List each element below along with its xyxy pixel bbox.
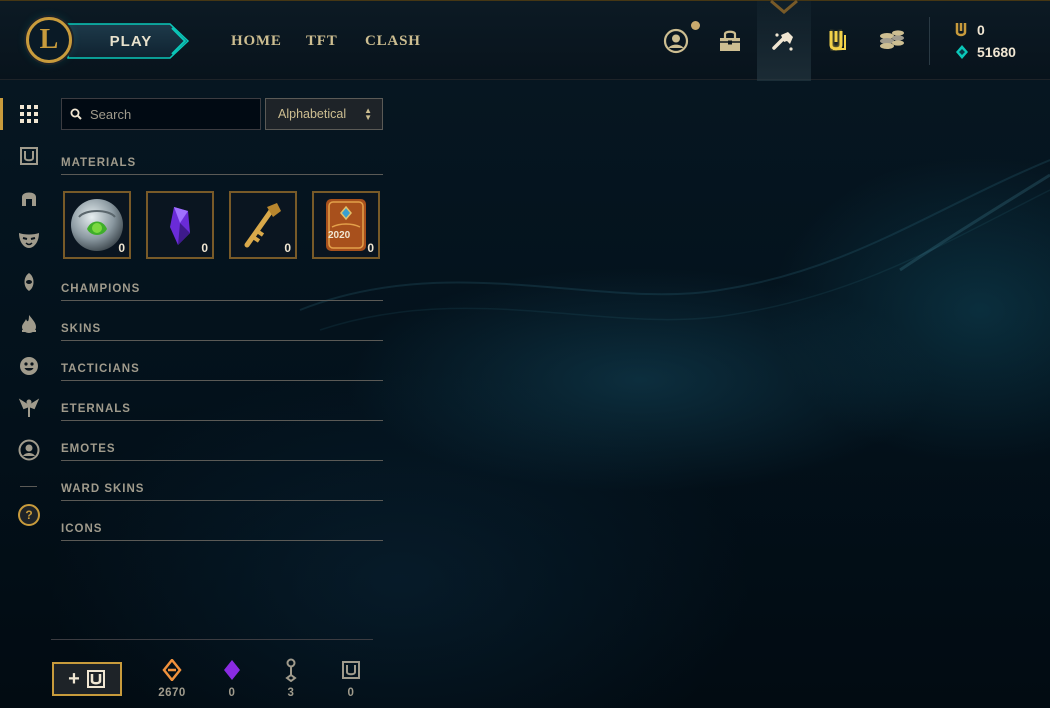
avatar-icon[interactable] xyxy=(16,437,42,463)
key-fragment-icon xyxy=(285,658,297,682)
section-label: EMOTES xyxy=(61,443,116,455)
store-icon[interactable] xyxy=(822,25,854,57)
emote-icon[interactable] xyxy=(16,353,42,379)
resource-value: 2670 xyxy=(158,687,186,699)
active-chevron-icon xyxy=(770,0,798,14)
search-box[interactable] xyxy=(61,98,261,130)
item-count: 0 xyxy=(118,241,125,255)
search-icon xyxy=(70,108,82,120)
help-glyph: ? xyxy=(18,504,40,526)
profile-icon[interactable] xyxy=(660,25,692,57)
mythic-essence-icon xyxy=(224,660,240,680)
rp-balance[interactable]: 0 xyxy=(955,22,985,38)
chest-icon xyxy=(86,670,105,688)
resource-chest: 0 xyxy=(331,657,371,699)
section-label: TACTICIANS xyxy=(61,363,140,375)
nav-clash[interactable]: CLASH xyxy=(365,33,421,50)
play-label: PLAY xyxy=(109,32,153,50)
nav-home[interactable]: HOME xyxy=(231,33,282,50)
top-bar: PLAY L HOME TFT CLASH 0 51680 xyxy=(0,0,1050,81)
section-label: ICONS xyxy=(61,523,103,535)
item-count: 0 xyxy=(367,241,374,255)
nav-tft[interactable]: TFT xyxy=(306,33,338,50)
section-skins[interactable]: SKINS xyxy=(61,320,383,341)
loot-tile-capsule[interactable]: 2020 0 xyxy=(312,191,380,259)
blue-essence-icon xyxy=(956,45,968,59)
grid-icon[interactable] xyxy=(16,101,42,127)
chevron-updown-icon: ▲ ▼ xyxy=(364,106,372,122)
craft-plus: + xyxy=(68,667,80,690)
section-icons[interactable]: ICONS xyxy=(61,520,383,541)
flame-icon[interactable] xyxy=(16,311,42,337)
item-count: 0 xyxy=(284,241,291,255)
blue-essence-amount: 51680 xyxy=(977,44,1016,60)
league-logo[interactable]: L xyxy=(26,17,72,63)
ward-icon[interactable] xyxy=(16,269,42,295)
rp-amount: 0 xyxy=(977,22,985,38)
eternals-icon[interactable] xyxy=(16,395,42,421)
blue-essence-balance[interactable]: 51680 xyxy=(955,44,1016,60)
section-label: MATERIALS xyxy=(61,157,137,169)
bottom-divider xyxy=(51,639,373,640)
sort-dropdown[interactable]: Alphabetical ▲ ▼ xyxy=(265,98,383,130)
section-ward-skins[interactable]: WARD SKINS xyxy=(61,480,383,501)
resource-value: 0 xyxy=(347,687,355,699)
sort-selected: Alphabetical xyxy=(278,107,347,121)
chest-icon[interactable] xyxy=(16,143,42,169)
rp-icon xyxy=(955,23,967,37)
search-input[interactable] xyxy=(88,105,252,123)
rp-stack-icon[interactable] xyxy=(876,25,908,57)
chest-icon xyxy=(342,661,360,679)
loot-tile-orb[interactable]: 0 xyxy=(63,191,131,259)
orange-essence-icon xyxy=(162,659,182,681)
section-materials[interactable]: MATERIALS xyxy=(61,154,383,175)
collection-icon[interactable] xyxy=(714,25,746,57)
section-label: SKINS xyxy=(61,323,102,335)
rail-separator xyxy=(20,486,37,487)
item-count: 0 xyxy=(201,241,208,255)
helmet-icon[interactable] xyxy=(16,185,42,211)
rail-active-indicator xyxy=(0,98,3,130)
loot-icon[interactable] xyxy=(768,25,800,57)
section-label: ETERNALS xyxy=(61,403,131,415)
section-label: CHAMPIONS xyxy=(61,283,141,295)
capsule-year: 2020 xyxy=(328,230,351,241)
section-label: WARD SKINS xyxy=(61,483,145,495)
resource-value: 0 xyxy=(228,687,236,699)
resource-key-fragment: 3 xyxy=(271,657,311,699)
play-button[interactable]: PLAY xyxy=(66,22,192,60)
craft-key-button[interactable]: + xyxy=(52,662,122,696)
loot-tile-gemstone[interactable]: 0 xyxy=(146,191,214,259)
header-divider xyxy=(929,17,930,65)
notification-dot xyxy=(691,21,700,30)
loot-tile-key[interactable]: 0 xyxy=(229,191,297,259)
resource-value: 3 xyxy=(287,687,295,699)
section-champions[interactable]: CHAMPIONS xyxy=(61,280,383,301)
section-eternals[interactable]: ETERNALS xyxy=(61,400,383,421)
resource-mythic-essence: 0 xyxy=(212,657,252,699)
section-emotes[interactable]: EMOTES xyxy=(61,440,383,461)
section-tacticians[interactable]: TACTICIANS xyxy=(61,360,383,381)
logo-letter: L xyxy=(39,24,59,55)
mask-icon[interactable] xyxy=(16,227,42,253)
help-icon[interactable]: ? xyxy=(16,502,42,528)
resource-orange-essence: 2670 xyxy=(152,657,192,699)
